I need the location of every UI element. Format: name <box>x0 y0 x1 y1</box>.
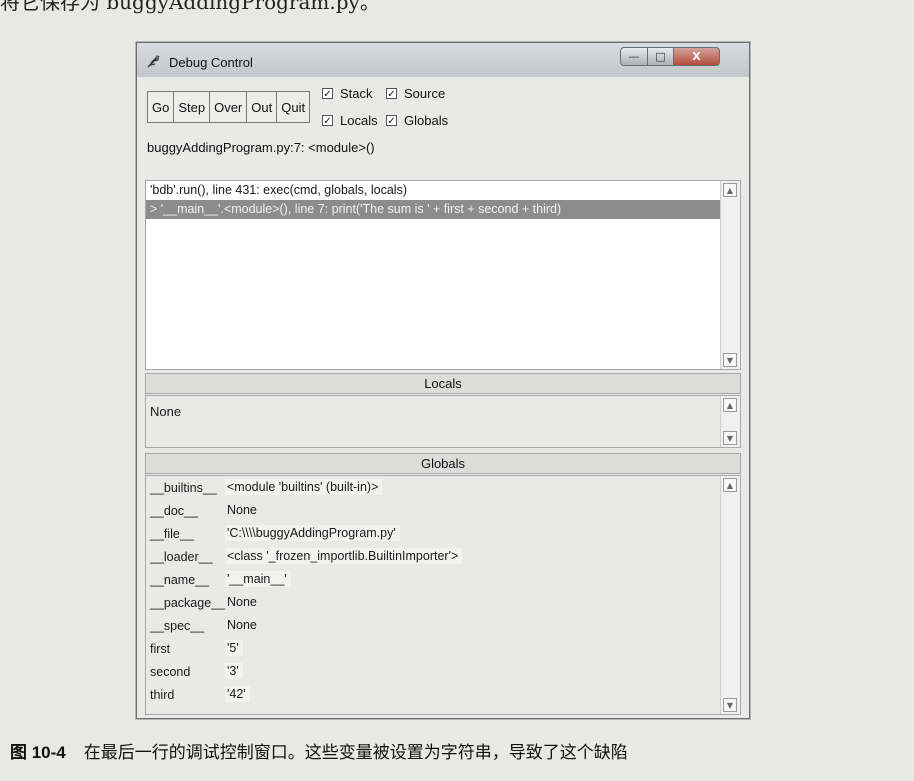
global-value: <module 'builtins' (built-in)> <box>225 479 383 495</box>
global-name: __loader__ <box>150 550 213 564</box>
locals-heading: Locals <box>145 373 741 394</box>
global-name: __builtins__ <box>150 481 217 495</box>
global-name: second <box>150 665 191 679</box>
global-name: first <box>150 642 171 656</box>
figure-number: 图 10-4 <box>10 743 66 762</box>
global-value: None <box>227 595 257 609</box>
source-checkbox-label: Source <box>404 86 446 101</box>
checkmark-icon: ✓ <box>386 115 397 127</box>
global-name: __name__ <box>150 573 210 587</box>
source-checkbox[interactable]: ✓ Source <box>386 86 445 101</box>
title-bar[interactable]: Debug Control — □ X <box>137 43 749 77</box>
maximize-button[interactable]: □ <box>647 47 674 66</box>
go-button[interactable]: Go <box>147 91 175 123</box>
global-value: <class '_frozen_importlib.BuiltinImporte… <box>225 548 463 564</box>
global-value: '5' <box>225 640 243 656</box>
current-location: buggyAddingProgram.py:7: <module>() <box>147 140 375 155</box>
figure-caption: 图 10-4 在最后一行的调试控制窗口。这些变量被设置为字符串，导致了这个缺陷 <box>10 738 628 763</box>
globals-panel: __builtins__ <module 'builtins' (built-i… <box>145 475 741 715</box>
over-button[interactable]: Over <box>209 91 248 123</box>
scroll-down-icon[interactable]: ▼ <box>723 353 737 367</box>
globals-checkbox[interactable]: ✓ Globals <box>386 113 448 128</box>
debug-toolbar: Go Step Over Out Quit <box>147 91 311 123</box>
figure-caption-text: 在最后一行的调试控制窗口。这些变量被设置为字符串，导致了这个缺陷 <box>83 743 628 763</box>
global-value: '3' <box>225 663 243 679</box>
locals-panel: None ▲ ▼ <box>145 395 741 448</box>
checkmark-icon: ✓ <box>386 88 397 100</box>
globals-heading: Globals <box>145 453 741 474</box>
out-button[interactable]: Out <box>246 91 278 123</box>
checkmark-icon: ✓ <box>322 115 333 127</box>
stack-frame-row-selected[interactable]: > '__main__'.<module>(), line 7: print('… <box>146 200 721 219</box>
stack-checkbox[interactable]: ✓ Stack <box>322 86 373 101</box>
scroll-up-icon[interactable]: ▲ <box>723 398 737 412</box>
stack-frame-row[interactable]: 'bdb'.run(), line 431: exec(cmd, globals… <box>146 181 740 200</box>
page-header-text: 将它保存为 buggyAddingProgram.py。 <box>0 0 380 14</box>
global-value: '__main__' <box>225 571 291 587</box>
quit-button[interactable]: Quit <box>276 91 311 123</box>
feather-icon <box>147 55 160 68</box>
stack-list[interactable]: 'bdb'.run(), line 431: exec(cmd, globals… <box>145 180 741 370</box>
global-name: __package__ <box>150 596 226 610</box>
minimize-button[interactable]: — <box>620 47 648 66</box>
global-name: __spec__ <box>150 619 205 633</box>
global-name: third <box>150 688 175 702</box>
globals-checkbox-label: Globals <box>404 113 449 128</box>
stack-scrollbar[interactable]: ▲ ▼ <box>720 181 740 369</box>
locals-value: None <box>150 404 182 419</box>
global-value: None <box>227 618 257 632</box>
locals-checkbox-label: Locals <box>340 113 378 128</box>
window-title: Debug Control <box>169 55 253 70</box>
locals-checkbox[interactable]: ✓ Locals <box>322 113 378 128</box>
stack-checkbox-label: Stack <box>340 86 373 101</box>
globals-scrollbar[interactable]: ▲ ▼ <box>720 476 740 714</box>
scroll-up-icon[interactable]: ▲ <box>723 478 737 492</box>
scroll-down-icon[interactable]: ▼ <box>723 431 737 445</box>
global-value: 'C:\\\\buggyAddingProgram.py' <box>225 525 400 541</box>
global-value: None <box>227 503 257 517</box>
debug-control-window: Debug Control — □ X Go Step Over Out Qui… <box>136 42 750 719</box>
scroll-up-icon[interactable]: ▲ <box>723 183 737 197</box>
close-button[interactable]: X <box>673 47 720 66</box>
global-value: '42' <box>225 686 250 702</box>
global-name: __file__ <box>150 527 194 541</box>
locals-scrollbar[interactable]: ▲ ▼ <box>720 396 740 447</box>
global-name: __doc__ <box>150 504 198 518</box>
step-button[interactable]: Step <box>173 91 211 123</box>
scroll-down-icon[interactable]: ▼ <box>723 698 737 712</box>
checkmark-icon: ✓ <box>322 88 333 100</box>
